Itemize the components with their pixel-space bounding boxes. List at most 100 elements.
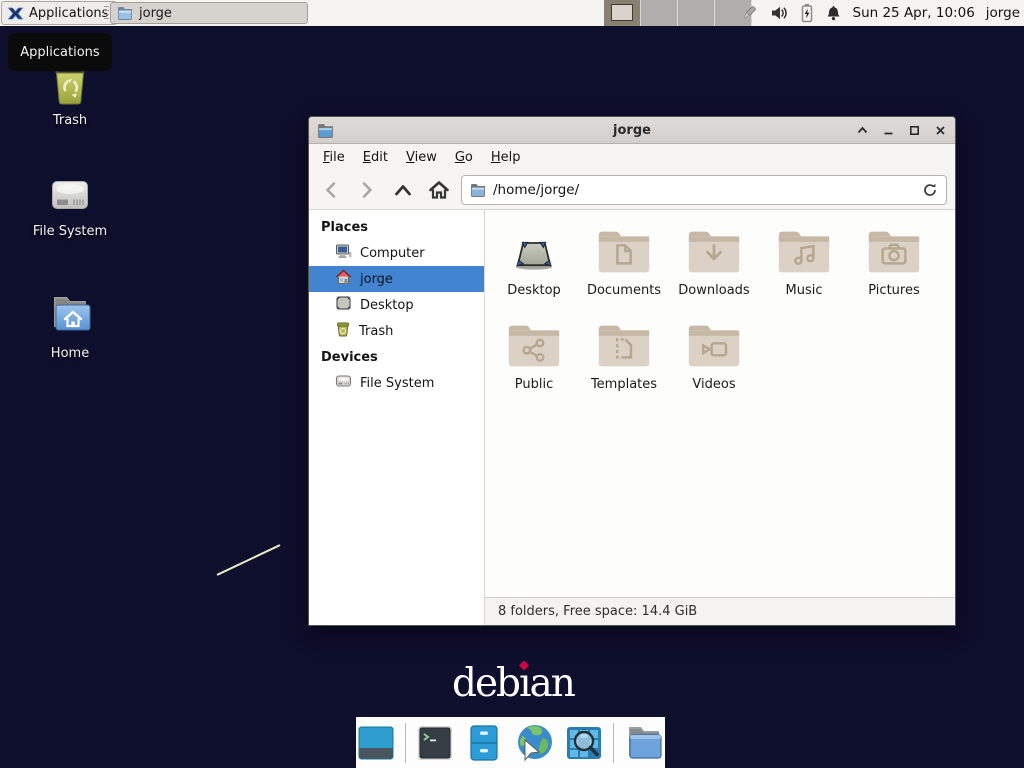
path-bar[interactable] [461, 175, 947, 205]
menu-help[interactable]: Help [483, 147, 529, 168]
folder-label: Desktop [507, 283, 561, 298]
debian-wordmark-i: ı [519, 660, 529, 708]
templates-folder-icon [595, 322, 653, 374]
folder-label: Music [786, 283, 823, 298]
statusbar: 8 folders, Free space: 14.4 GiB [485, 597, 955, 625]
workspace-2[interactable] [641, 0, 678, 26]
folder-label: Downloads [678, 283, 749, 298]
desktop-place-icon [335, 295, 352, 315]
workspace-3[interactable] [678, 0, 715, 26]
sidebar: Places Computer [309, 210, 485, 625]
applications-tooltip-text: Applications [20, 45, 99, 60]
folder-item-downloads[interactable]: Downloads [669, 224, 759, 318]
stylus-icon[interactable] [739, 3, 759, 23]
desktop-launcher[interactable] [356, 722, 396, 764]
dock-separator [613, 723, 614, 763]
app-finder-launcher[interactable] [564, 722, 604, 764]
app-finder-icon [564, 723, 604, 763]
computer-icon [335, 244, 352, 263]
music-folder-icon [775, 228, 833, 280]
folder-item-pictures[interactable]: Pictures [849, 224, 939, 318]
sidebar-item-label: Trash [359, 324, 393, 339]
folder-item-music[interactable]: Music [759, 224, 849, 318]
desktop-icon-label: File System [33, 224, 107, 239]
desktop-icon-home[interactable]: Home [22, 292, 118, 361]
folder-label: Templates [591, 377, 657, 392]
reload-icon[interactable] [922, 182, 938, 198]
folder-item-public[interactable]: Public [489, 318, 579, 412]
trash-small-icon [335, 321, 351, 341]
documents-folder-icon [595, 228, 653, 280]
notifications-bell-icon[interactable] [825, 4, 842, 22]
home-folder-icon [46, 292, 94, 342]
taskbar-window-label: jorge [139, 6, 172, 21]
dock-folder-icon [623, 723, 665, 763]
workspace-1[interactable] [604, 0, 641, 26]
system-tray: Sun 25 Apr, 10:06 jorge [739, 0, 1021, 26]
toolbar [309, 170, 955, 210]
menu-edit[interactable]: Edit [355, 147, 396, 168]
menu-file[interactable]: File [315, 147, 353, 168]
home-button[interactable] [425, 176, 453, 204]
sidebar-item-jorge[interactable]: jorge [309, 266, 484, 292]
desktop-icon-label: Home [51, 346, 89, 361]
back-button[interactable] [317, 176, 345, 204]
public-folder-icon [505, 322, 563, 374]
forward-button[interactable] [353, 176, 381, 204]
folder-icon [470, 183, 486, 197]
xfce-menu-icon [7, 5, 24, 22]
folder-item-videos[interactable]: Videos [669, 318, 759, 412]
window-titlebar[interactable]: jorge [309, 117, 955, 144]
desktop-icon-file-system[interactable]: File System [22, 174, 118, 239]
statusbar-text: 8 folders, Free space: 14.4 GiB [498, 604, 697, 619]
menu-go[interactable]: Go [447, 147, 481, 168]
taskbar-handle [104, 6, 109, 20]
file-manager-launcher[interactable] [464, 722, 504, 764]
maximize-button[interactable] [907, 123, 921, 137]
sidebar-item-trash[interactable]: Trash [309, 318, 484, 344]
bottom-dock [356, 717, 665, 768]
dock-separator [405, 723, 406, 763]
shade-button[interactable] [855, 123, 869, 137]
sidebar-item-file-system[interactable]: File System [309, 370, 484, 396]
taskbar-window-button[interactable]: jorge [110, 2, 308, 24]
top-panel: Applications jorge [0, 0, 1024, 26]
menubar: File Edit View Go Help [309, 144, 955, 170]
desktop-icon [356, 723, 396, 763]
folder-label: Documents [587, 283, 661, 298]
videos-folder-icon [685, 322, 743, 374]
minimize-button[interactable] [881, 123, 895, 137]
debian-wordmark: debıan [452, 660, 582, 710]
sidebar-item-label: Computer [360, 246, 425, 261]
file-manager-window: jorge File Edit View Go Help [308, 116, 956, 626]
sidebar-item-desktop[interactable]: Desktop [309, 292, 484, 318]
desktop-folder-icon [505, 228, 563, 280]
applications-tooltip: Applications [8, 33, 112, 71]
volume-icon[interactable] [770, 4, 789, 22]
menu-view[interactable]: View [398, 147, 445, 168]
folder-item-documents[interactable]: Documents [579, 224, 669, 318]
file-icon-view[interactable]: Desktop Documents [485, 210, 955, 597]
applications-menu-label: Applications [29, 6, 108, 21]
home-folder-launcher[interactable] [623, 722, 665, 764]
folder-label: Videos [692, 377, 735, 392]
web-browser-launcher[interactable] [513, 722, 555, 764]
hard-drive-icon [46, 174, 94, 220]
drive-small-icon [335, 374, 352, 392]
close-button[interactable] [933, 123, 947, 137]
path-input[interactable] [493, 182, 915, 198]
applications-menu-button[interactable]: Applications [1, 1, 117, 25]
sidebar-item-computer[interactable]: Computer [309, 240, 484, 266]
terminal-launcher[interactable] [415, 722, 455, 764]
clock[interactable]: Sun 25 Apr, 10:06 [853, 5, 975, 21]
terminal-icon [415, 723, 455, 763]
battery-charging-icon[interactable] [800, 3, 814, 23]
session-username[interactable]: jorge [986, 5, 1020, 21]
folder-item-desktop[interactable]: Desktop [489, 224, 579, 318]
window-controls [855, 123, 947, 137]
sidebar-header-places: Places [309, 214, 484, 240]
folder-item-templates[interactable]: Templates [579, 318, 669, 412]
desktop-icon-label: Trash [53, 113, 87, 128]
sidebar-item-label: Desktop [360, 298, 414, 313]
up-button[interactable] [389, 176, 417, 204]
